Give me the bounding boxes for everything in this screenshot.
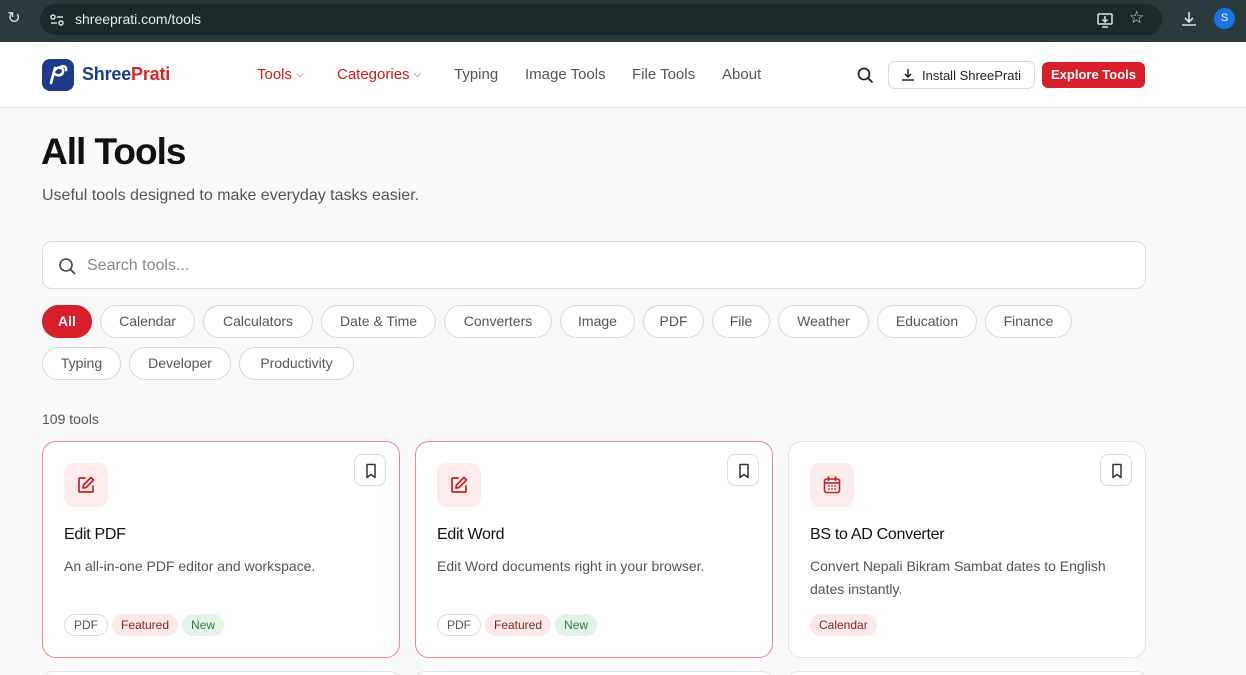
bookmark-button[interactable] [354, 454, 386, 486]
card-tags: PDF Featured New [64, 614, 228, 636]
url-text: shreeprati.com/tools [75, 11, 201, 27]
bookmark-icon [1112, 463, 1122, 479]
calendar-icon [823, 476, 841, 494]
filter-chip-file[interactable]: File [712, 305, 770, 338]
page-subtitle: Useful tools designed to make everyday t… [42, 187, 420, 204]
filter-chip-date-time[interactable]: Date & Time [321, 305, 436, 338]
search-box [42, 241, 1146, 289]
logo-text[interactable]: ShreePrati [82, 64, 170, 85]
card-description: Edit Word documents right in your browse… [437, 558, 705, 574]
bookmark-icon [366, 463, 376, 479]
filter-chip-converters[interactable]: Converters [444, 305, 552, 338]
bookmark-button[interactable] [727, 454, 759, 486]
profile-avatar[interactable]: S [1214, 8, 1235, 29]
search-icon[interactable] [856, 66, 874, 84]
tool-card-edit-word[interactable]: Edit Word Edit Word documents right in y… [415, 441, 773, 658]
tool-card-bs-to-ad-converter[interactable]: BS to AD Converter Convert Nepali Bikram… [788, 441, 1146, 658]
nav-image-tools[interactable]: Image Tools [525, 66, 606, 83]
url-path: /tools [167, 11, 202, 27]
nav-file-tools[interactable]: File Tools [632, 66, 695, 83]
edit-icon [451, 476, 468, 493]
filter-chip-productivity[interactable]: Productivity [239, 347, 354, 380]
filter-chip-typing[interactable]: Typing [42, 347, 121, 380]
card-description: An all-in-one PDF editor and workspace. [64, 558, 316, 574]
tool-card-edit-pdf[interactable]: Edit PDF An all-in-one PDF editor and wo… [42, 441, 400, 658]
filter-chip-weather[interactable]: Weather [778, 305, 869, 338]
card-icon-tile [810, 463, 854, 507]
tag-calendar: Calendar [810, 614, 877, 636]
card-icon-tile [437, 463, 481, 507]
tag-featured: Featured [485, 614, 552, 636]
card-tags: PDF Featured New [437, 614, 601, 636]
tool-card-partial[interactable] [415, 671, 773, 675]
card-tags: Calendar [810, 614, 881, 636]
site-info-icon[interactable] [49, 12, 65, 28]
card-title: Edit PDF [64, 526, 126, 543]
download-icon [902, 69, 914, 81]
edit-icon [78, 476, 95, 493]
search-icon [59, 258, 76, 275]
nav-categories[interactable]: Categories ⌵ [337, 66, 421, 83]
filter-chip-developer[interactable]: Developer [129, 347, 231, 380]
site-header: ShreePrati Tools ⌵ Categories ⌵ Typing Ima… [0, 42, 1246, 108]
install-app-button[interactable]: Install ShreePrati [888, 61, 1035, 89]
nav-about[interactable]: About [722, 66, 761, 83]
url-host: shreeprati.com [75, 11, 168, 27]
filter-chip-pdf[interactable]: PDF [643, 305, 704, 338]
tool-card-partial[interactable] [42, 671, 400, 675]
tool-card-partial[interactable] [788, 671, 1146, 675]
reload-icon[interactable]: ↻ [5, 10, 23, 28]
tag-new: New [182, 614, 225, 636]
nav-categories-label: Categories [337, 66, 410, 83]
bookmark-icon [739, 463, 749, 479]
explore-tools-button[interactable]: Explore Tools [1042, 62, 1145, 88]
bookmark-button[interactable] [1100, 454, 1132, 486]
logo-text-part1: Shree [82, 64, 132, 84]
filter-chip-calculators[interactable]: Calculators [203, 305, 313, 338]
card-icon-tile [64, 463, 108, 507]
tag-pdf: PDF [64, 614, 108, 636]
card-title: Edit Word [437, 526, 505, 543]
browser-toolbar: ↻ shreeprati.com/tools ☆ S [0, 0, 1246, 42]
chevron-down-icon: ⌵ [413, 69, 422, 80]
logo-icon[interactable] [42, 59, 74, 91]
tag-new: New [555, 614, 598, 636]
logo-text-part2: Prati [131, 64, 171, 84]
install-app-icon[interactable] [1096, 11, 1114, 29]
address-bar[interactable]: shreeprati.com/tools ☆ [40, 4, 1162, 35]
filter-chip-calendar[interactable]: Calendar [100, 305, 195, 338]
card-description: Convert Nepali Bikram Sambat dates to En… [810, 558, 1106, 597]
filter-chip-all[interactable]: All [42, 305, 92, 338]
filter-chip-image[interactable]: Image [560, 305, 635, 338]
search-input[interactable] [87, 254, 1127, 278]
nav-tools-label: Tools [257, 66, 293, 83]
filter-chip-education[interactable]: Education [877, 305, 977, 338]
nav-typing[interactable]: Typing [454, 66, 498, 83]
tag-featured: Featured [112, 614, 179, 636]
card-title: BS to AD Converter [810, 526, 945, 543]
nav-tools[interactable]: Tools ⌵ [257, 66, 304, 83]
filter-chip-finance[interactable]: Finance [985, 305, 1072, 338]
tool-count: 109 tools [42, 411, 99, 427]
install-button-label: Install ShreePrati [922, 68, 1021, 83]
page-title: All Tools [41, 131, 186, 172]
downloads-icon[interactable] [1180, 10, 1198, 28]
tag-pdf: PDF [437, 614, 481, 636]
chevron-down-icon: ⌵ [296, 69, 304, 80]
bookmark-star-icon[interactable]: ☆ [1129, 9, 1147, 27]
